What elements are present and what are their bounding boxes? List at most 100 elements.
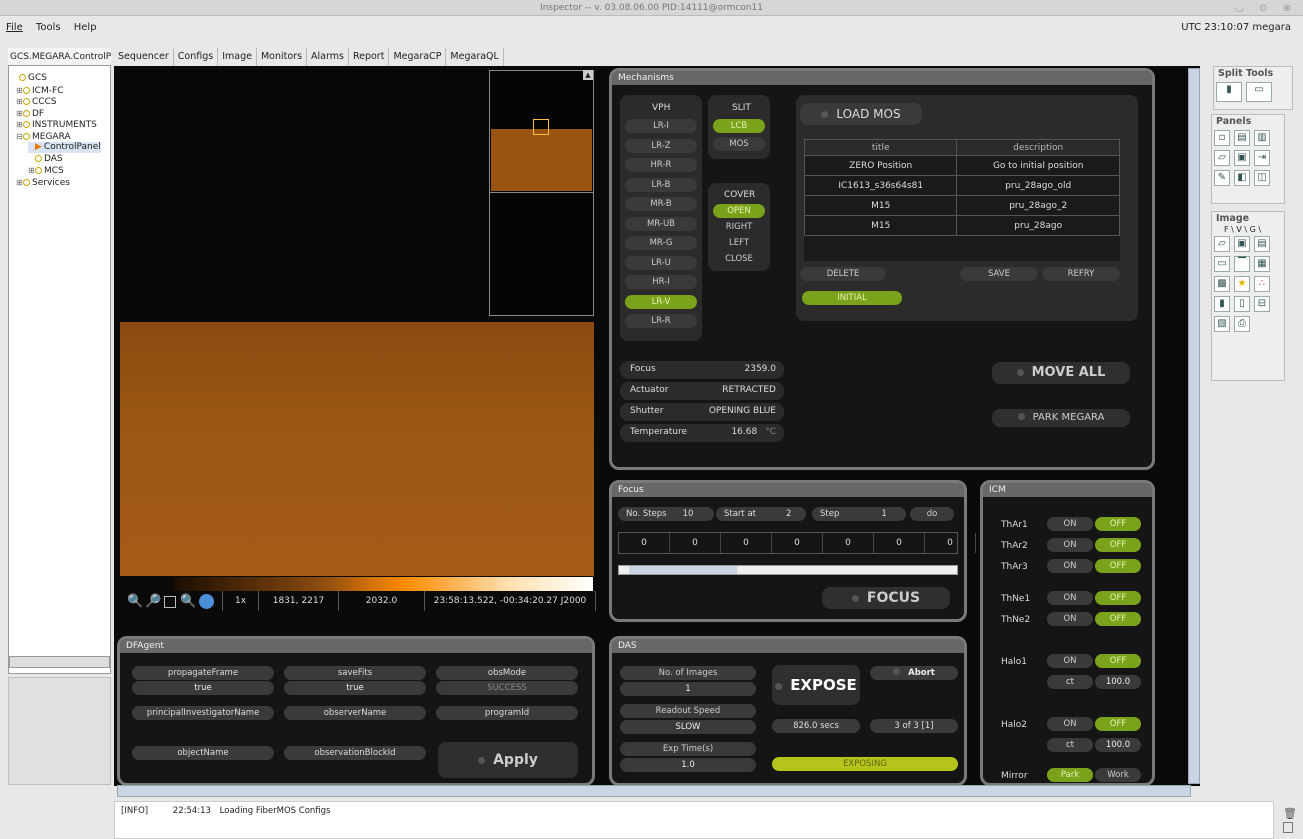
calculator-icon[interactable]: ▩ <box>1214 276 1230 292</box>
tree-item[interactable]: GCS <box>12 73 47 84</box>
save-button[interactable]: SAVE <box>960 267 1038 281</box>
tree-expand-icon[interactable]: ⊟ <box>16 131 23 142</box>
focus-hscroll[interactable] <box>618 565 958 575</box>
vph-option[interactable]: LR-U <box>625 255 697 270</box>
save-image-icon[interactable]: ▣ <box>1234 236 1250 252</box>
dfagent-field-value[interactable]: true <box>132 681 274 695</box>
vph-option[interactable]: LR-R <box>625 314 697 328</box>
vph-option[interactable]: LR-Z <box>625 138 697 153</box>
dfagent-field-value[interactable]: true <box>284 681 426 695</box>
step-field[interactable]: Step 1 <box>812 507 906 521</box>
icm-off-button[interactable]: OFF <box>1095 612 1141 626</box>
image-viewer-top[interactable] <box>120 70 488 320</box>
mos-row[interactable]: ZERO Position Go to initial position <box>803 155 1120 176</box>
save-all-image-icon[interactable]: ▤ <box>1254 236 1270 252</box>
mos-row[interactable]: M15 pru_28ago_2 <box>803 195 1120 216</box>
globe-icon[interactable] <box>199 594 214 609</box>
tab-megaracp[interactable]: MegaraCP <box>389 48 447 66</box>
readout-value[interactable]: SLOW <box>620 720 756 734</box>
window-controls[interactable]: ◡ ⊙ ⊗ <box>1235 1 1297 17</box>
icm-on-button[interactable]: ON <box>1047 538 1093 552</box>
main-vscrollbar[interactable] <box>1188 68 1200 784</box>
focus-button[interactable]: FOCUS <box>822 587 950 609</box>
tree-item[interactable]: ⊞ DF <box>16 108 44 120</box>
tree-item[interactable]: ⊞ CCCS <box>16 96 57 108</box>
mos-table[interactable]: title description ZERO Position Go to initi… <box>803 139 1120 236</box>
new-panel-icon[interactable]: ▫ <box>1214 130 1230 146</box>
tree-expand-icon[interactable]: ⊞ <box>16 108 23 119</box>
tree-item[interactable]: ⊟ MEGARA <box>16 131 71 143</box>
slit-option[interactable]: MOS <box>713 137 765 151</box>
halo2-ct-value[interactable]: 100.0 <box>1095 738 1141 752</box>
zoom-in-icon[interactable]: 🔍 <box>127 594 143 609</box>
icm-off-button[interactable]: OFF <box>1095 559 1141 573</box>
split-vertical-icon[interactable]: ▮ <box>1216 82 1242 102</box>
log-clear-icon[interactable] <box>1283 822 1293 833</box>
tab-megaraql[interactable]: MegaraQL <box>446 48 504 66</box>
tree-expand-icon[interactable]: ⊞ <box>16 96 23 107</box>
expose-button[interactable]: EXPOSE <box>772 665 860 705</box>
mos-table-wrap[interactable]: title description ZERO Position Go to initi… <box>803 139 1120 261</box>
slit-option[interactable]: LCB <box>713 119 765 133</box>
tree-hscrollbar[interactable] <box>9 656 110 668</box>
image-vscroll-btn[interactable]: ▲ <box>583 70 593 80</box>
print-icon[interactable]: ⎙ <box>1234 316 1250 332</box>
tree-expand-icon[interactable]: ⊞ <box>28 165 35 176</box>
trash-icon[interactable]: ▮ <box>1214 296 1230 312</box>
tree-item[interactable]: ⊞ ICM-FC <box>16 85 63 97</box>
paste-panel-icon[interactable]: ▥ <box>1254 130 1270 146</box>
properties-panel-icon[interactable]: ◧ <box>1234 170 1250 186</box>
print-preview-icon[interactable]: ▧ <box>1214 316 1230 332</box>
vph-option[interactable]: HR-R <box>625 158 697 172</box>
tree-expand-icon[interactable]: ⊞ <box>16 85 23 96</box>
nimages-value[interactable]: 1 <box>620 682 756 696</box>
vph-option[interactable]: MR-B <box>625 197 697 211</box>
menu-help[interactable]: Help <box>74 22 97 33</box>
tree-item[interactable]: ⊞ MCS <box>28 165 64 177</box>
edit-panel-icon[interactable]: ✎ <box>1214 170 1230 186</box>
star-icon[interactable]: ★ <box>1234 276 1250 292</box>
overlay-image-icon[interactable]: ▦ <box>1254 256 1270 272</box>
cover-option[interactable]: RIGHT <box>713 220 765 234</box>
trash-all-icon[interactable]: ▯ <box>1234 296 1250 312</box>
initial-button[interactable]: INITIAL <box>802 291 902 305</box>
columns-panel-icon[interactable]: ◫ <box>1254 170 1270 186</box>
cover-option[interactable]: CLOSE <box>713 252 765 266</box>
copy-panel-icon[interactable]: ▤ <box>1234 130 1250 146</box>
main-hscrollbar[interactable] <box>117 785 1191 797</box>
delete-button[interactable]: DELETE <box>800 267 886 281</box>
cover-option[interactable]: OPEN <box>713 204 765 218</box>
tree-item[interactable]: ▶ ControlPanel <box>28 142 101 153</box>
export-panel-icon[interactable]: ⇥ <box>1254 150 1270 166</box>
icm-off-button[interactable]: OFF <box>1095 591 1141 605</box>
image-viewer-bottom[interactable] <box>120 322 594 576</box>
header-image-icon[interactable]: ▔ <box>1234 256 1250 272</box>
icm-on-button[interactable]: ON <box>1047 717 1093 731</box>
icm-on-button[interactable]: ON <box>1047 517 1093 531</box>
icm-off-button[interactable]: OFF <box>1095 654 1141 668</box>
tab-sequencer[interactable]: Sequencer <box>114 48 174 66</box>
open-panel-icon[interactable]: ▱ <box>1214 150 1230 166</box>
image-tool-tabs[interactable]: F \ V \ G \ <box>1212 225 1284 234</box>
zoom-fit-icon[interactable] <box>164 596 176 608</box>
tree-item[interactable]: ⊞ Services <box>16 177 70 189</box>
vph-option[interactable]: LR-B <box>625 177 697 192</box>
vph-option[interactable]: LR-I <box>625 119 697 133</box>
refry-button[interactable]: REFRY <box>1042 267 1120 281</box>
tab-alarms[interactable]: Alarms <box>307 48 349 66</box>
mos-row[interactable]: IC1613_s36s64s81 pru_28ago_old <box>803 175 1120 196</box>
exptime-value[interactable]: 1.0 <box>620 758 756 772</box>
vph-option[interactable]: LR-V <box>625 294 697 309</box>
tab-image[interactable]: Image <box>218 48 257 66</box>
apply-button[interactable]: Apply <box>438 742 578 778</box>
start-field[interactable]: Start at 2 <box>716 507 806 521</box>
icm-off-button[interactable]: OFF <box>1095 538 1141 552</box>
mirror-park-button[interactable]: Park <box>1047 768 1093 782</box>
vph-option[interactable]: MR-G <box>625 236 697 250</box>
log-area[interactable]: [INFO] 22:54:13 Loading FiberMOS Configs <box>114 801 1274 839</box>
palette-icon[interactable]: ∴ <box>1254 276 1270 292</box>
icm-on-button[interactable]: ON <box>1047 654 1093 668</box>
zoom-area-icon[interactable]: 🔍 <box>180 594 196 609</box>
icm-off-button[interactable]: OFF <box>1095 517 1141 531</box>
tab-report[interactable]: Report <box>349 48 390 66</box>
